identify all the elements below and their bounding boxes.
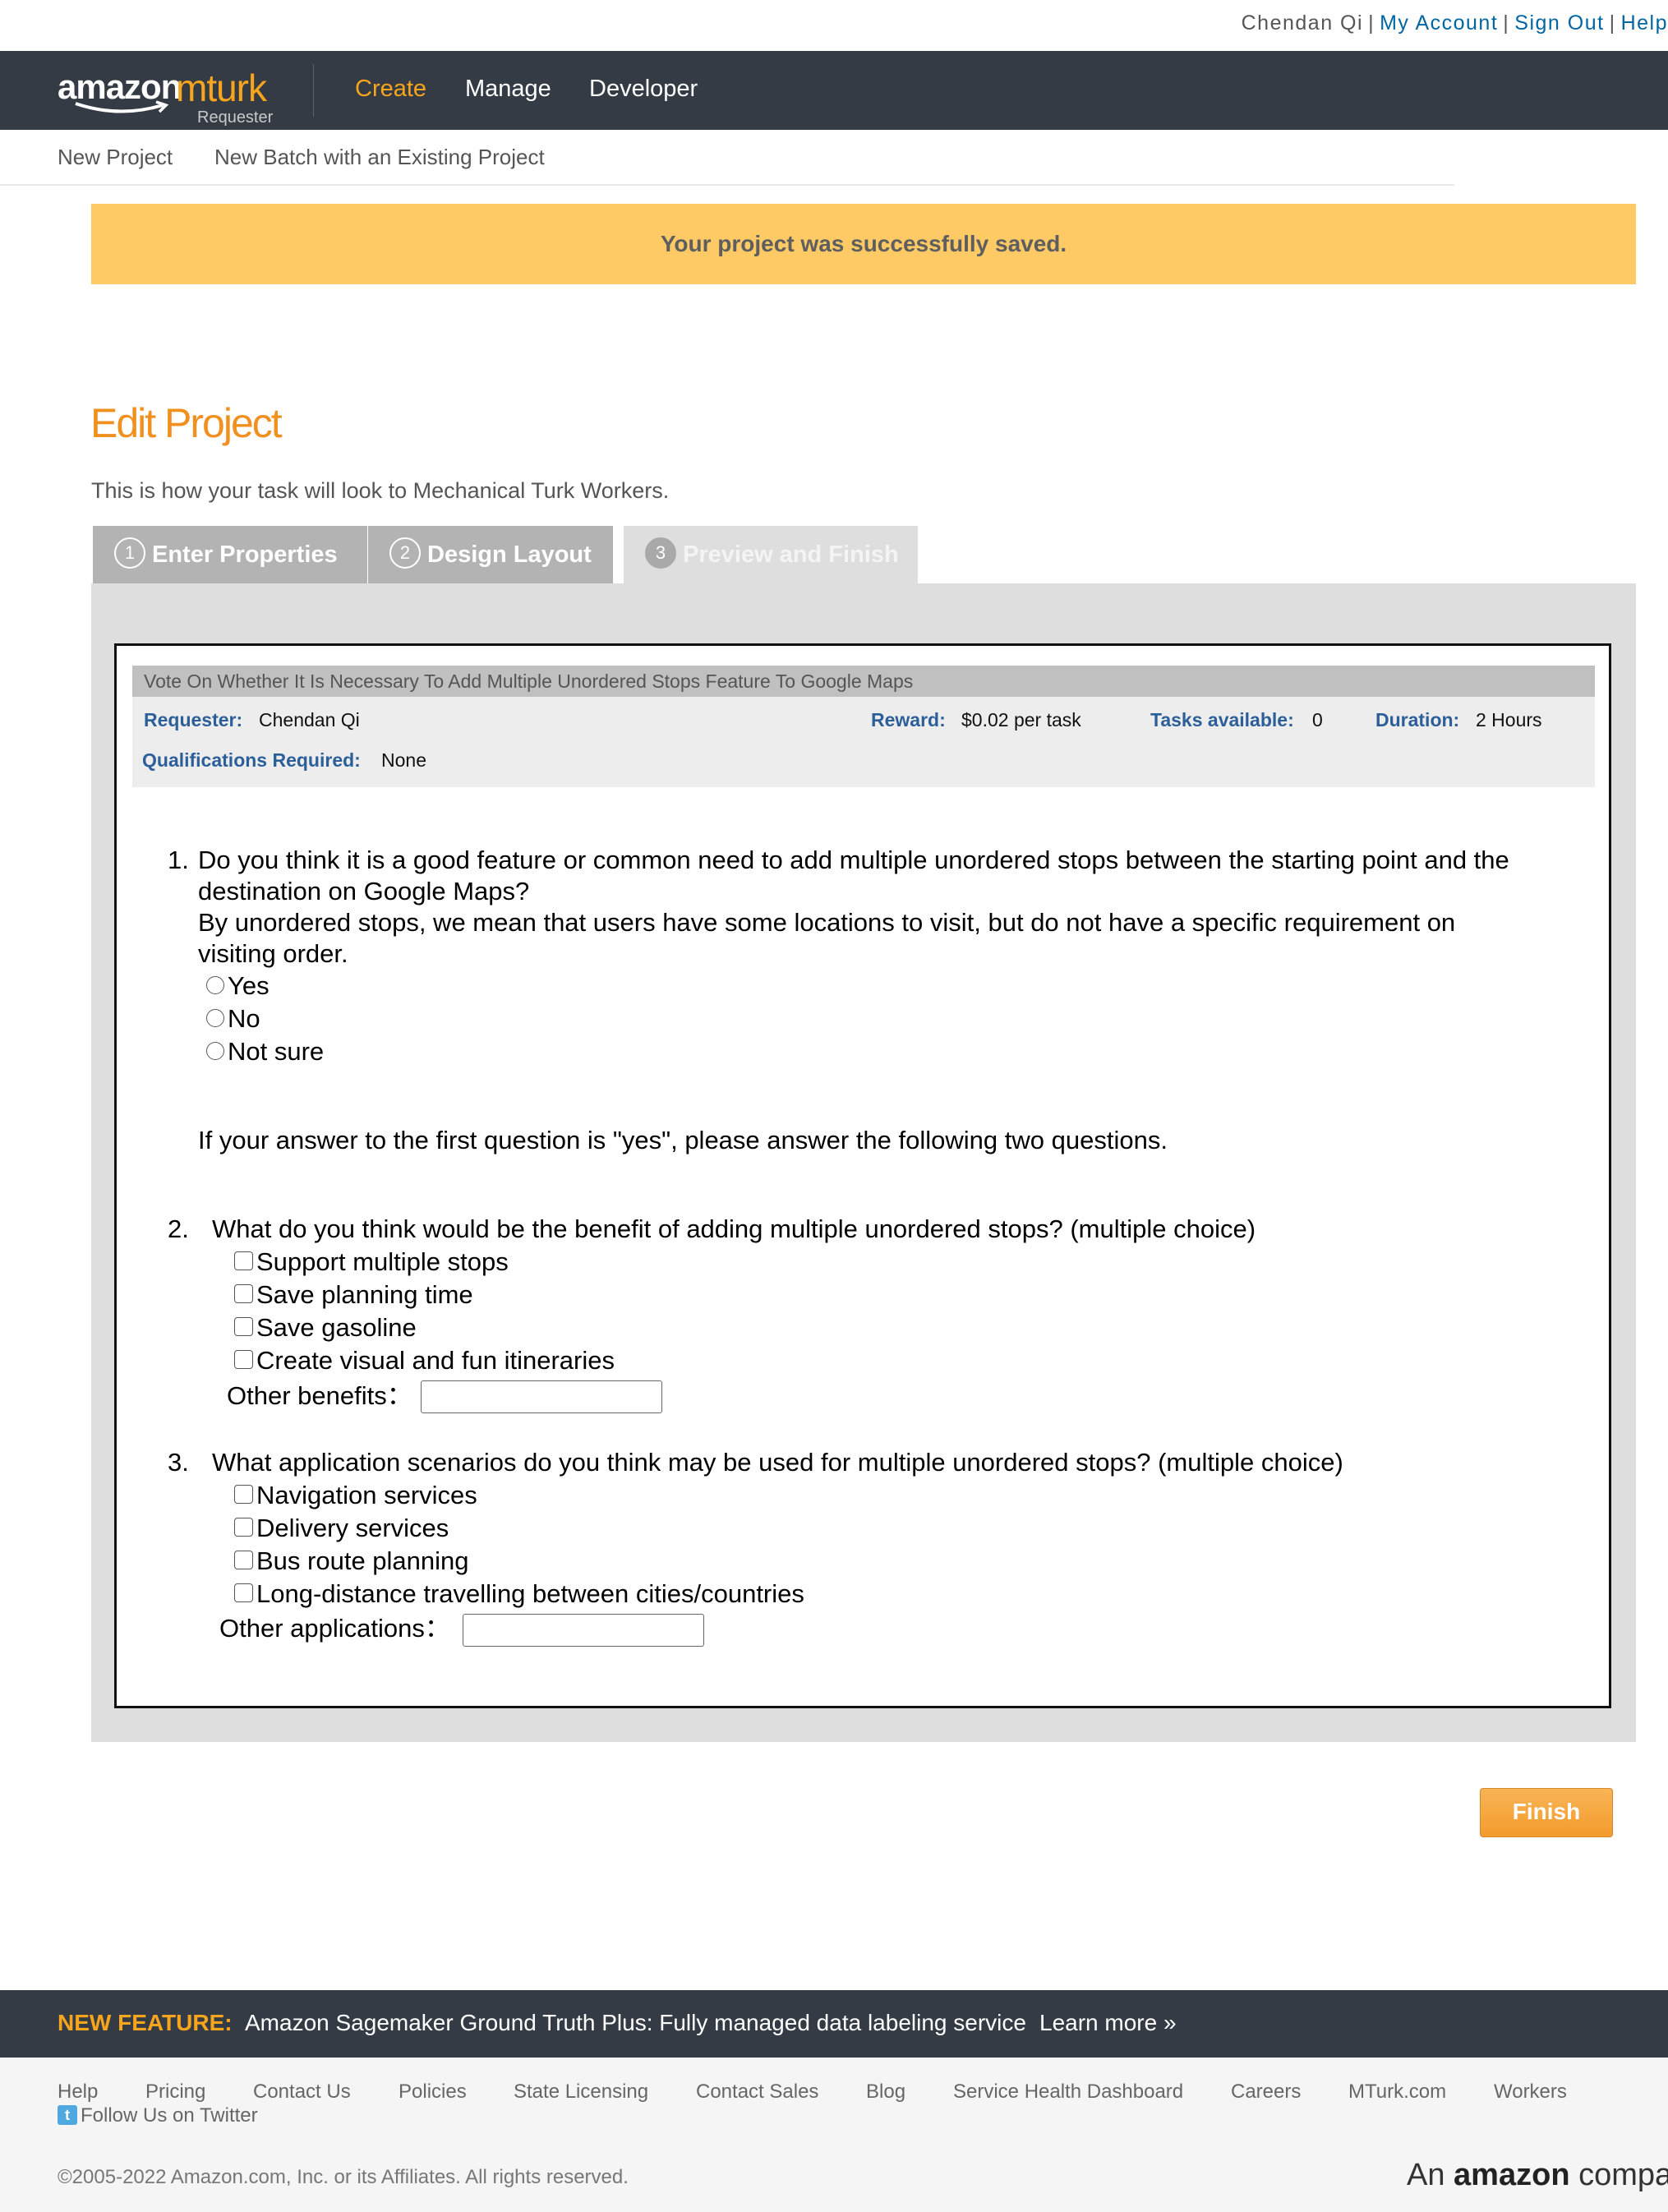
q1-text-line2: destination on Google Maps? xyxy=(198,877,530,906)
my-account-link[interactable]: My Account xyxy=(1380,12,1498,35)
new-feature-text: Amazon Sagemaker Ground Truth Plus: Full… xyxy=(245,2010,1026,2035)
success-banner: Your project was successfully saved. xyxy=(91,204,1636,284)
step-number: 1 xyxy=(114,537,145,569)
help-link[interactable]: Help xyxy=(1621,12,1668,35)
new-feature-bar: NEW FEATURE: Amazon Sagemaker Ground Tru… xyxy=(0,1990,1668,2058)
reward-label: Reward: xyxy=(871,709,946,730)
checkbox[interactable] xyxy=(234,1551,253,1570)
q1-text-line1: Do you think it is a good feature or com… xyxy=(198,846,1509,874)
step-number: 3 xyxy=(645,537,676,569)
footer-link-blog[interactable]: Blog xyxy=(866,2081,905,2104)
learn-more-link[interactable]: Learn more » xyxy=(1039,2010,1177,2036)
footer-link-pricing[interactable]: Pricing xyxy=(145,2081,205,2104)
subnav-new-batch[interactable]: New Batch with an Existing Project xyxy=(214,145,545,170)
tab-label: Enter Properties xyxy=(152,541,338,568)
amazon-smile-icon xyxy=(75,100,169,113)
tab-label: Design Layout xyxy=(427,541,592,568)
radio-button[interactable] xyxy=(206,1008,224,1027)
main-header: amazon mturk Requester Create Manage Dev… xyxy=(0,51,1668,130)
reward-value: $0.02 per task xyxy=(961,709,1081,730)
duration-value: 2 Hours xyxy=(1476,709,1542,730)
hit-title: Vote On Whether It Is Necessary To Add M… xyxy=(132,666,1595,697)
sign-out-link[interactable]: Sign Out xyxy=(1514,12,1604,35)
q1-option-yes[interactable]: Yes xyxy=(206,970,270,1002)
tasks-available-label: Tasks available: xyxy=(1150,709,1294,730)
qualifications-label: Qualifications Required: xyxy=(142,749,361,771)
step-number: 2 xyxy=(389,537,421,569)
other-applications-input[interactable] xyxy=(463,1614,704,1647)
page-description: This is how your task will look to Mecha… xyxy=(91,478,670,503)
logo-requester-text: Requester xyxy=(197,108,274,127)
logo-mturk-text: mturk xyxy=(176,67,267,109)
tab-preview-and-finish[interactable]: 3 Preview and Finish xyxy=(624,526,918,583)
footer-link-careers[interactable]: Careers xyxy=(1231,2081,1301,2104)
checkbox[interactable] xyxy=(234,1485,253,1505)
q1-option-no[interactable]: No xyxy=(206,1003,260,1035)
q3-other-label: Other applications： xyxy=(219,1614,450,1643)
q2-option-create-itineraries[interactable]: Create visual and fun itineraries xyxy=(234,1345,615,1376)
amazon-company-logo: An amazon company xyxy=(1407,2158,1668,2192)
tab-design-layout[interactable]: 2 Design Layout xyxy=(368,526,613,583)
q1-option-not-sure[interactable]: Not sure xyxy=(206,1036,324,1067)
q2-text: What do you think would be the benefit o… xyxy=(212,1214,1256,1243)
q3-option-long-distance[interactable]: Long-distance travelling between cities/… xyxy=(234,1578,804,1610)
duration-label: Duration: xyxy=(1375,709,1460,730)
subnav-new-project[interactable]: New Project xyxy=(58,145,173,170)
q2-other-label: Other benefits： xyxy=(227,1381,412,1410)
radio-button[interactable] xyxy=(206,1041,224,1060)
user-name: Chendan Qi xyxy=(1241,12,1364,35)
q2-option-save-gasoline[interactable]: Save gasoline xyxy=(234,1312,417,1343)
checkbox[interactable] xyxy=(234,1350,253,1370)
header-divider xyxy=(313,64,314,117)
tab-label: Preview and Finish xyxy=(683,541,899,568)
checkbox[interactable] xyxy=(234,1317,253,1337)
radio-button[interactable] xyxy=(206,975,224,994)
tasks-available-value: 0 xyxy=(1312,709,1323,730)
footer-link-service-health[interactable]: Service Health Dashboard xyxy=(953,2081,1183,2104)
checkbox[interactable] xyxy=(234,1251,253,1271)
q2-option-support-multiple-stops[interactable]: Support multiple stops xyxy=(234,1247,509,1278)
nav-create[interactable]: Create xyxy=(355,76,426,103)
footer-link-contact-us[interactable]: Contact Us xyxy=(253,2081,351,2104)
q2-option-save-planning-time[interactable]: Save planning time xyxy=(234,1279,473,1311)
page-title: Edit Project xyxy=(90,400,283,446)
qualifications-value: None xyxy=(381,749,426,771)
q1-text-line3: By unordered stops, we mean that users h… xyxy=(198,908,1456,937)
footer-link-policies[interactable]: Policies xyxy=(399,2081,467,2104)
tab-enter-properties[interactable]: 1 Enter Properties xyxy=(93,526,367,583)
q3-text: What application scenarios do you think … xyxy=(212,1448,1343,1477)
q2-number: 2. xyxy=(168,1214,189,1243)
conditional-note: If your answer to the first question is … xyxy=(198,1126,1168,1154)
other-benefits-input[interactable] xyxy=(421,1380,662,1413)
footer-link-contact-sales[interactable]: Contact Sales xyxy=(696,2081,818,2104)
new-feature-label: NEW FEATURE: xyxy=(58,2010,233,2035)
utility-bar: Chendan Qi | My Account | Sign Out | Help xyxy=(1241,12,1668,35)
twitter-follow-link[interactable]: t Follow Us on Twitter xyxy=(58,2104,258,2127)
requester-label: Requester: xyxy=(144,709,243,730)
footer-link-state-licensing[interactable]: State Licensing xyxy=(514,2081,648,2104)
twitter-icon: t xyxy=(58,2104,77,2125)
subnav-divider xyxy=(0,184,1454,186)
footer-link-help[interactable]: Help xyxy=(58,2081,98,2104)
q3-option-delivery[interactable]: Delivery services xyxy=(234,1513,449,1544)
footer-link-workers[interactable]: Workers xyxy=(1494,2081,1567,2104)
q3-number: 3. xyxy=(168,1448,189,1477)
checkbox[interactable] xyxy=(234,1583,253,1603)
nav-manage[interactable]: Manage xyxy=(465,76,551,103)
q3-option-navigation[interactable]: Navigation services xyxy=(234,1480,477,1511)
checkbox[interactable] xyxy=(234,1518,253,1537)
q1-number: 1. xyxy=(168,846,189,874)
q3-option-bus-route[interactable]: Bus route planning xyxy=(234,1546,469,1577)
q1-text-line4: visiting order. xyxy=(198,939,348,968)
checkbox[interactable] xyxy=(234,1284,253,1304)
copyright: ©2005-2022 Amazon.com, Inc. or its Affil… xyxy=(58,2166,629,2188)
nav-developer[interactable]: Developer xyxy=(589,76,698,103)
finish-button[interactable]: Finish xyxy=(1480,1788,1613,1837)
footer-link-mturk[interactable]: MTurk.com xyxy=(1348,2081,1446,2104)
requester-value: Chendan Qi xyxy=(259,709,360,730)
